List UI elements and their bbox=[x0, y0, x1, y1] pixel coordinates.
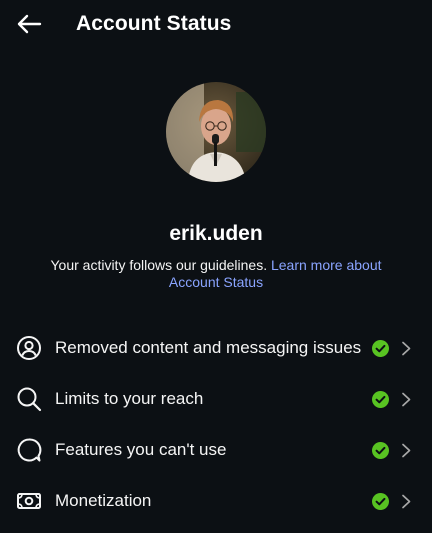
list-item-label: Features you can't use bbox=[55, 440, 227, 459]
speech-bubble-icon bbox=[17, 438, 42, 462]
search-icon bbox=[17, 387, 42, 412]
back-button[interactable] bbox=[14, 10, 44, 38]
check-circle-icon bbox=[372, 493, 389, 510]
list-item-label: Limits to your reach bbox=[55, 389, 204, 408]
check-circle-icon bbox=[372, 391, 389, 408]
chevron-right-icon bbox=[402, 494, 411, 509]
user-circle-icon bbox=[17, 336, 41, 360]
chevron-right-icon bbox=[402, 443, 411, 458]
check-circle-icon bbox=[372, 340, 389, 357]
list-item-monetization[interactable]: Monetization bbox=[0, 476, 432, 527]
list-item-removed-content[interactable]: Removed content and messaging issues bbox=[0, 323, 432, 374]
avatar bbox=[166, 82, 266, 182]
status-message: Your activity follows our guidelines. bbox=[50, 257, 268, 273]
arrow-left-icon bbox=[17, 14, 42, 34]
money-icon bbox=[17, 493, 41, 509]
chevron-right-icon bbox=[402, 392, 411, 407]
page-title: Account Status bbox=[76, 12, 232, 35]
check-circle-icon bbox=[372, 442, 389, 459]
list-item-features[interactable]: Features you can't use bbox=[0, 425, 432, 476]
list-item-label: Monetization bbox=[55, 491, 152, 510]
profile-photo bbox=[166, 82, 266, 182]
status-message-block: Your activity follows our guidelines. Le… bbox=[30, 257, 402, 291]
list-item-label: Removed content and messaging issues bbox=[55, 338, 362, 357]
username: erik.uden bbox=[169, 222, 263, 245]
chevron-right-icon bbox=[402, 341, 411, 356]
header: Account Status bbox=[0, 0, 432, 48]
list-item-limits-reach[interactable]: Limits to your reach bbox=[0, 374, 432, 425]
status-list: Removed content and messaging issues Lim… bbox=[0, 323, 432, 527]
